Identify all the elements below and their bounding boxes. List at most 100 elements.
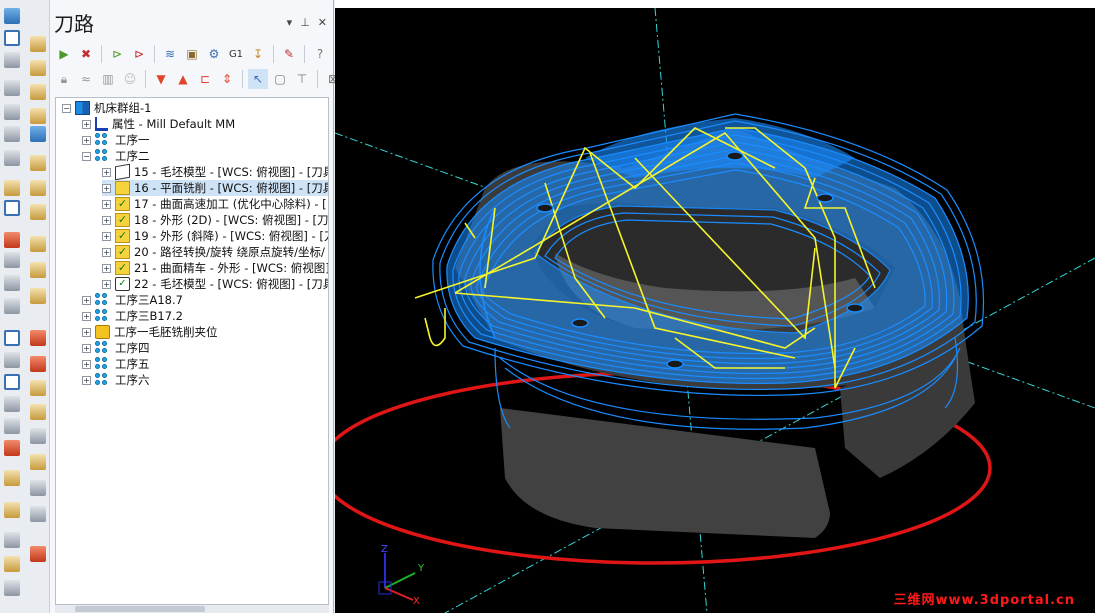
tree-group[interactable]: + 工序六 <box>82 372 150 388</box>
toggle-display-icon[interactable]: ≈ <box>76 69 96 89</box>
tree-properties[interactable]: + 属性 - Mill Default MM <box>82 116 235 132</box>
select-tool-icon[interactable] <box>4 8 20 24</box>
tree-group[interactable]: + 工序四 <box>82 340 150 356</box>
toggle-post-icon[interactable]: ▥ <box>98 69 118 89</box>
spring-tool-icon[interactable] <box>4 150 20 166</box>
close-icon[interactable]: ✕ <box>318 16 327 29</box>
tree-group[interactable]: + 工序五 <box>82 356 150 372</box>
simulate-icon[interactable]: ⚙ <box>204 44 224 64</box>
reorder-icon[interactable]: ⇕ <box>217 69 237 89</box>
revolve-tool-icon[interactable] <box>30 180 46 196</box>
verify-icon[interactable]: ▣ <box>182 44 202 64</box>
solid-block-tool-icon[interactable] <box>4 440 20 456</box>
expand-icon[interactable]: + <box>102 199 111 209</box>
surface-patch-tool-icon[interactable] <box>4 470 20 486</box>
pattern-tool-icon[interactable] <box>30 428 46 444</box>
rect-tool-icon[interactable] <box>4 200 20 216</box>
expand-icon[interactable]: + <box>102 167 111 177</box>
tree-operation-selected[interactable]: + 16 - 平面铣削 - [WCS: 俯视图] - [刀具 <box>102 180 328 196</box>
draft-tool-icon[interactable] <box>30 288 46 304</box>
expand-icon[interactable]: + <box>82 327 91 337</box>
slot-tool-icon[interactable] <box>4 126 20 142</box>
tree-operation[interactable]: + ✓ 20 - 路径转换/旋转 绕原点旋转/坐标/ <box>102 244 325 260</box>
transform-tool-icon[interactable] <box>4 275 20 291</box>
expand-icon[interactable]: + <box>102 231 111 241</box>
expand-icon[interactable]: + <box>82 295 91 305</box>
plane-tool-icon[interactable] <box>4 374 20 390</box>
sweep-tool-icon[interactable] <box>30 108 46 124</box>
ring-tool-icon[interactable] <box>30 506 46 522</box>
loft-tool-icon[interactable] <box>30 84 46 100</box>
tree-group[interactable]: + 工序三B17.2 <box>82 308 183 324</box>
tree-operation[interactable]: + ✓ 19 - 外形 (斜降) - [WCS: 俯视图] - [刀 <box>102 228 328 244</box>
deselect-ops-icon[interactable]: ✖ <box>76 44 96 64</box>
post-g1-button[interactable]: G1 <box>226 44 246 64</box>
tree-operation[interactable]: + ✓ 21 - 曲面精车 - 外形 - [WCS: 俯视图] <box>102 260 328 276</box>
collapse-icon[interactable]: − <box>82 151 91 161</box>
expand-icon[interactable]: + <box>102 247 111 257</box>
boolean-tool-icon[interactable] <box>30 330 46 346</box>
expand-icon[interactable]: + <box>102 215 111 225</box>
backplot-icon[interactable]: ≋ <box>160 44 180 64</box>
spiral-tool-icon[interactable] <box>4 80 20 96</box>
blend-tool-icon[interactable] <box>4 502 20 518</box>
scrollbar-thumb[interactable] <box>75 606 205 612</box>
select-cursor-icon[interactable]: ↖ <box>248 69 268 89</box>
arc-tool-icon[interactable] <box>4 104 20 120</box>
tree-group[interactable]: − 工序二 <box>82 148 150 164</box>
edit-tool-icon[interactable] <box>30 454 46 470</box>
help-icon[interactable]: ? <box>310 44 330 64</box>
stock-tool-icon[interactable] <box>4 556 20 572</box>
offset-tool-icon[interactable] <box>4 298 20 314</box>
point-tool-icon[interactable] <box>4 232 20 248</box>
thicken-tool-icon[interactable] <box>30 380 46 396</box>
view-tool-icon[interactable] <box>4 330 20 346</box>
surface-tool-icon[interactable] <box>30 36 46 52</box>
tree-operation[interactable]: + ✓ 17 - 曲面高速加工 (优化中心除料) - [ <box>102 196 327 212</box>
expand-icon[interactable]: + <box>82 119 91 129</box>
measure-tool-icon[interactable] <box>4 352 20 368</box>
tree-group[interactable]: + 工序三A18.7 <box>82 292 183 308</box>
mirror-tool-icon[interactable] <box>4 418 20 434</box>
tree-root[interactable]: − 机床群组-1 <box>62 100 151 116</box>
expand-icon[interactable]: + <box>82 375 91 385</box>
regen-icon[interactable]: ⊳ <box>107 44 127 64</box>
sphere-tool-icon[interactable] <box>30 126 46 142</box>
tree-operation[interactable]: + 15 - 毛坯模型 - [WCS: 俯视图] - [刀具 <box>102 163 328 181</box>
chamfer-tool-icon[interactable] <box>30 262 46 278</box>
horizontal-scrollbar[interactable] <box>55 605 329 613</box>
collapse-icon[interactable]: − <box>62 103 71 113</box>
move-up-icon[interactable]: ▲ <box>173 69 193 89</box>
array-tool-icon[interactable] <box>4 396 20 412</box>
tree-operation[interactable]: + ✓ 22 - 毛坯模型 - [WCS: 俯视图] - [刀具 <box>102 276 328 292</box>
split-tool-icon[interactable] <box>30 356 46 372</box>
trim-tool-icon[interactable] <box>4 180 20 196</box>
move-down-icon[interactable]: ▼ <box>151 69 171 89</box>
cube-tool-icon[interactable] <box>30 546 46 562</box>
dropdown-icon[interactable]: ▾ <box>287 16 293 29</box>
select-all-ops-icon[interactable]: ▶ <box>54 44 74 64</box>
box-tool-icon[interactable] <box>4 30 20 46</box>
coil-tool-icon[interactable] <box>30 480 46 496</box>
edit-selected-icon[interactable]: ✎ <box>279 44 299 64</box>
pin-icon[interactable]: ⊥ <box>300 16 310 29</box>
expand-icon[interactable]: + <box>82 359 91 369</box>
tree-operation[interactable]: + ✓ 18 - 外形 (2D) - [WCS: 俯视图] - [刀具 <box>102 212 328 228</box>
expand-icon[interactable]: + <box>82 311 91 321</box>
expand-icon[interactable]: + <box>102 279 111 289</box>
hole-tool-icon[interactable] <box>30 404 46 420</box>
graphics-viewport[interactable]: Z Y X 三维网www.3dportal.cn <box>335 8 1095 613</box>
tool-display-icon[interactable]: ⊤ <box>292 69 312 89</box>
more-tool-icon[interactable] <box>4 580 20 596</box>
lock-icon[interactable]: 🔒︎ <box>54 69 74 89</box>
tree-group-locked[interactable]: + 工序一毛胚铣削夹位 <box>82 324 218 340</box>
expand-icon[interactable]: + <box>82 343 91 353</box>
shell-tool-icon[interactable] <box>30 236 46 252</box>
solid-tool-icon[interactable] <box>30 60 46 76</box>
extrude-tool-icon[interactable] <box>30 155 46 171</box>
ghost-icon[interactable]: ☺ <box>120 69 140 89</box>
expand-icon[interactable]: + <box>82 135 91 145</box>
stock-display-icon[interactable]: ▢ <box>270 69 290 89</box>
expand-icon[interactable]: + <box>102 263 111 273</box>
layer-tool-icon[interactable] <box>4 532 20 548</box>
